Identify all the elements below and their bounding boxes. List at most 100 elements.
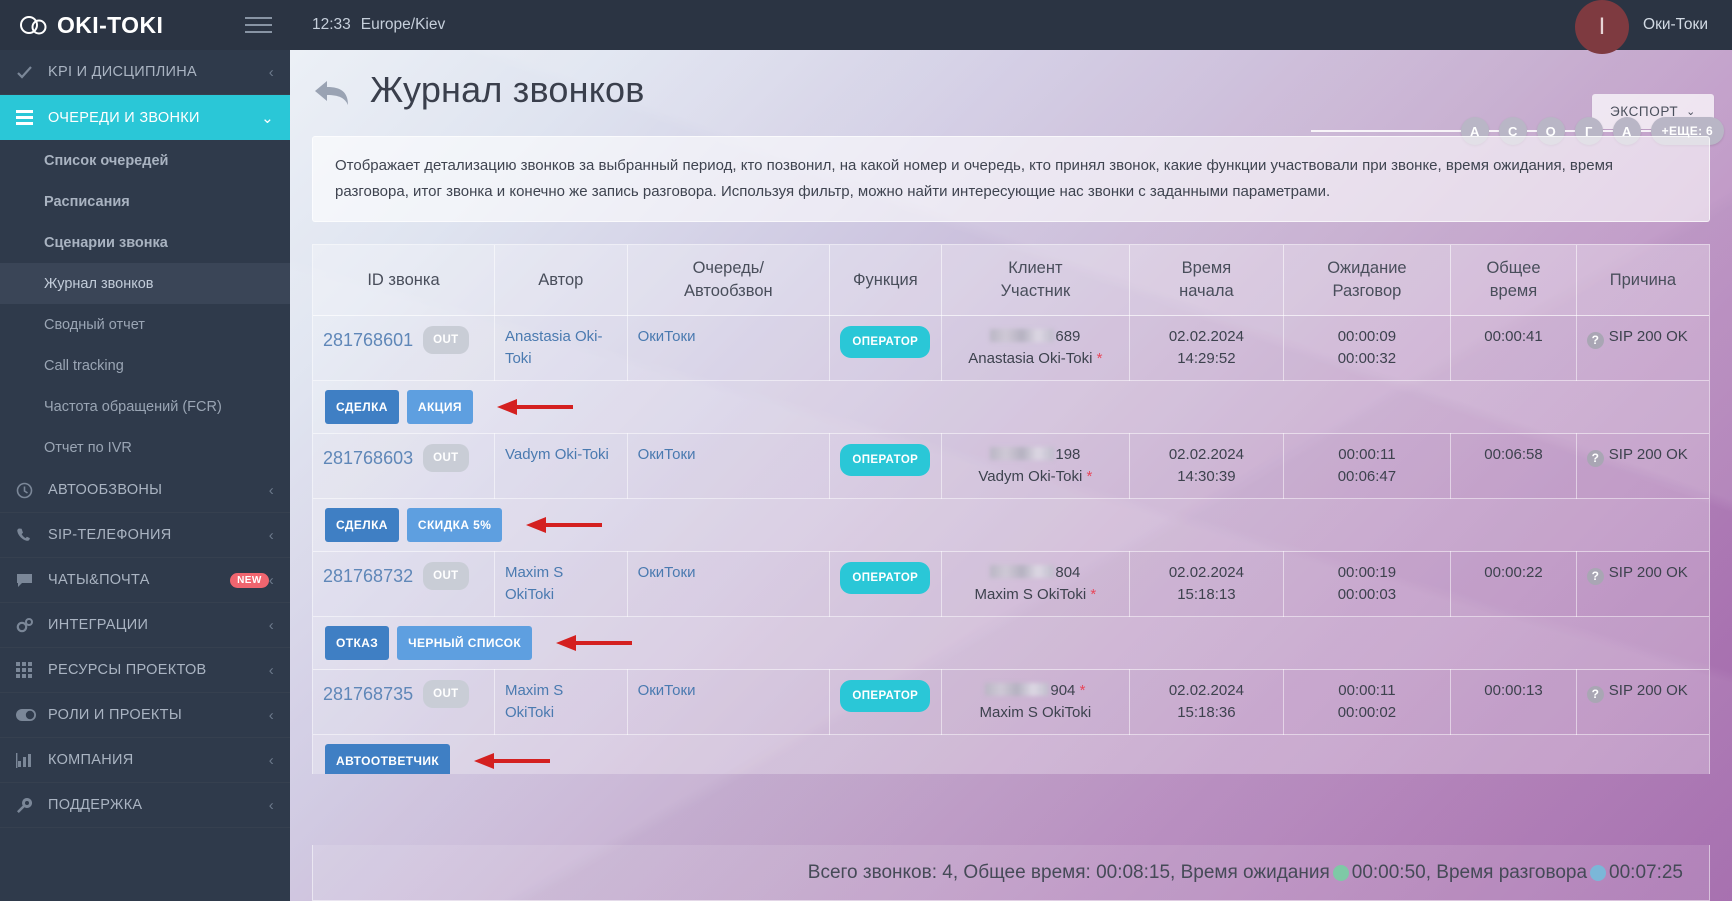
column-header-author[interactable]: Автор	[494, 245, 628, 316]
call-tag[interactable]: СДЕЛКА	[325, 508, 399, 542]
queue-link[interactable]: ОкиТоки	[638, 446, 696, 463]
sidebar-item-label: KPI И ДИСЦИПЛИНА	[48, 64, 198, 80]
call-id-link[interactable]: 281768735	[323, 683, 413, 705]
author-link[interactable]: Vadym Oki-Toki	[505, 446, 609, 463]
sidebar-subitem-ivr-report[interactable]: Отчет по IVR	[0, 427, 290, 468]
call-id-link[interactable]: 281768732	[323, 565, 413, 587]
queue-link[interactable]: ОкиТоки	[638, 682, 696, 699]
sidebar-subitem-queue-list[interactable]: Список очередей	[0, 140, 290, 181]
sidebar-subitem-call-tracking[interactable]: Call tracking	[0, 345, 290, 386]
column-header-start-time[interactable]: Время начала	[1129, 245, 1284, 316]
cell-total-time: 00:00:41	[1450, 315, 1577, 381]
main-content: 12:33 Europe/Kiev I Оки-Токи Журнал звон…	[290, 0, 1732, 901]
client-name: Maxim S OkiToki	[974, 586, 1087, 603]
call-tag[interactable]: АКЦИЯ	[406, 390, 473, 424]
sidebar-item-label: АВТООБЗВОНЫ	[48, 482, 163, 498]
table-row[interactable]: 281768732 OUT Maxim S OkiToki ОкиТоки ОП…	[313, 551, 1709, 617]
client-star-icon: *	[1079, 682, 1086, 699]
author-link[interactable]: Anastasia Oki-Toki	[505, 328, 603, 367]
column-header-function[interactable]: Функция	[829, 245, 942, 316]
column-header-total-time[interactable]: Общее время	[1450, 245, 1577, 316]
sidebar-item-roles-and-projects[interactable]: РОЛИ И ПРОЕКТЫ ‹	[0, 693, 290, 738]
chevron-down-icon: ⌄	[261, 109, 274, 127]
sidebar-item-kpi[interactable]: KPI И ДИСЦИПЛИНА ‹	[0, 50, 290, 95]
sidebar-subitem-label: Сводный отчет	[44, 316, 145, 333]
cloud-icon	[20, 16, 47, 35]
sidebar-item-sip-telephony[interactable]: SIP-ТЕЛЕФОНИЯ ‹	[0, 513, 290, 558]
total-time: 00:00:22	[1484, 564, 1543, 581]
sidebar-subitem-label: Журнал звонков	[44, 275, 154, 292]
sidebar-item-label: SIP-ТЕЛЕФОНИЯ	[48, 527, 172, 543]
help-icon[interactable]: ?	[1586, 567, 1604, 585]
sidebar-subitem-fcr[interactable]: Частота обращений (FCR)	[0, 386, 290, 427]
function-badge: ОПЕРАТОР	[840, 444, 931, 476]
call-id-link[interactable]: 281768601	[323, 329, 413, 351]
badge-connector	[1564, 130, 1575, 132]
start-date: 02.02.2024	[1168, 564, 1244, 581]
sidebar-subitem-label: Сценарии звонка	[44, 234, 168, 251]
chevron-left-icon: ‹	[268, 661, 274, 679]
header-line-2: время	[1489, 282, 1538, 300]
chevron-left-icon: ‹	[268, 63, 274, 81]
sidebar-subitem-call-log[interactable]: Журнал звонков	[0, 263, 290, 304]
list-icon	[16, 110, 40, 125]
help-icon[interactable]: ?	[1586, 449, 1604, 467]
sidebar-subitem-summary-report[interactable]: Сводный отчет	[0, 304, 290, 345]
column-header-call-id[interactable]: ID звонка	[313, 245, 495, 316]
author-link[interactable]: Maxim S OkiToki	[505, 682, 563, 721]
sidebar-subitem-call-scenarios[interactable]: Сценарии звонка	[0, 222, 290, 263]
cell-total-time: 00:00:13	[1450, 669, 1577, 735]
chevron-left-icon: ‹	[268, 616, 274, 634]
help-icon[interactable]: ?	[1586, 331, 1604, 349]
table-header-row: ID звонка Автор Очередь/ Автообзвон Функ…	[313, 245, 1709, 316]
avatar[interactable]: I	[1575, 0, 1630, 54]
queue-link[interactable]: ОкиТоки	[638, 564, 696, 581]
back-arrow-icon[interactable]	[312, 76, 356, 110]
grid-icon	[16, 662, 40, 678]
column-header-client[interactable]: Клиент Участник	[941, 245, 1131, 316]
sidebar-item-integrations[interactable]: ИНТЕГРАЦИИ ‹	[0, 603, 290, 648]
cell-reason: ? SIP 200 OK	[1576, 669, 1709, 735]
table-row[interactable]: 281768603 OUT Vadym Oki-Toki ОкиТоки ОПЕ…	[313, 433, 1709, 499]
table-tags-row: СДЕЛКА АКЦИЯ	[313, 380, 1709, 434]
totals-calls-label: Всего звонков:	[807, 861, 937, 883]
sidebar-item-autodial[interactable]: АВТООБЗВОНЫ ‹	[0, 468, 290, 513]
call-tag[interactable]: СКИДКА 5%	[406, 508, 503, 542]
call-tag[interactable]: ОТКАЗ	[325, 626, 390, 660]
wait-clock-icon	[1332, 864, 1349, 881]
table-row[interactable]: 281768601 OUT Anastasia Oki-Toki ОкиТоки…	[313, 315, 1709, 381]
totals-time-label: Общее время:	[963, 861, 1091, 883]
call-id-link[interactable]: 281768603	[323, 447, 413, 469]
function-badge: ОПЕРАТОР	[840, 562, 931, 594]
sidebar-item-queues-and-calls[interactable]: ОЧЕРЕДИ И ЗВОНКИ ⌄	[0, 95, 290, 140]
sidebar-subitem-schedules[interactable]: Расписания	[0, 181, 290, 222]
help-icon[interactable]: ?	[1586, 685, 1604, 703]
call-tag[interactable]: ЧЕРНЫЙ СПИСОК	[397, 626, 533, 660]
table-row[interactable]: 281768735 OUT Maxim S OkiToki ОкиТоки ОП…	[313, 669, 1709, 735]
sidebar-item-project-resources[interactable]: РЕСУРСЫ ПРОЕКТОВ ‹	[0, 648, 290, 693]
sidebar-item-support[interactable]: ПОДДЕРЖКА ‹	[0, 783, 290, 828]
sidebar-item-company[interactable]: КОМПАНИЯ ‹	[0, 738, 290, 783]
reason-text: SIP 200 OK	[1608, 564, 1688, 581]
sidebar: OKI-TOKI KPI И ДИСЦИПЛИНА ‹ ОЧЕРЕДИ И ЗВ…	[0, 0, 290, 901]
sidebar-item-label: ИНТЕГРАЦИИ	[48, 617, 149, 633]
phone-icon	[16, 527, 40, 543]
username-label[interactable]: Оки-Токи	[1643, 16, 1708, 34]
call-tag[interactable]: АВТООТВЕТЧИК	[325, 744, 451, 774]
start-time: 15:18:13	[1177, 586, 1236, 603]
talk-time: 00:00:03	[1337, 586, 1397, 603]
column-header-wait-talk[interactable]: Ожидание Разговор	[1283, 245, 1452, 316]
new-badge: NEW	[230, 572, 269, 588]
brand-logo[interactable]: OKI-TOKI	[18, 12, 163, 39]
cell-wait-talk: 00:00:11 00:06:47	[1283, 433, 1452, 499]
queue-link[interactable]: ОкиТоки	[638, 328, 696, 345]
hamburger-icon[interactable]	[245, 17, 272, 33]
check-icon	[16, 64, 40, 81]
column-header-reason[interactable]: Причина	[1576, 245, 1709, 316]
client-number: 689	[1055, 328, 1081, 345]
calls-table: ID звонка Автор Очередь/ Автообзвон Функ…	[313, 245, 1709, 774]
column-header-queue[interactable]: Очередь/ Автообзвон	[627, 245, 830, 316]
sidebar-item-chats-and-mail[interactable]: ЧАТЫ&ПОЧТА NEW ‹	[0, 558, 290, 603]
call-tag[interactable]: СДЕЛКА	[325, 390, 399, 424]
author-link[interactable]: Maxim S OkiToki	[505, 564, 563, 603]
